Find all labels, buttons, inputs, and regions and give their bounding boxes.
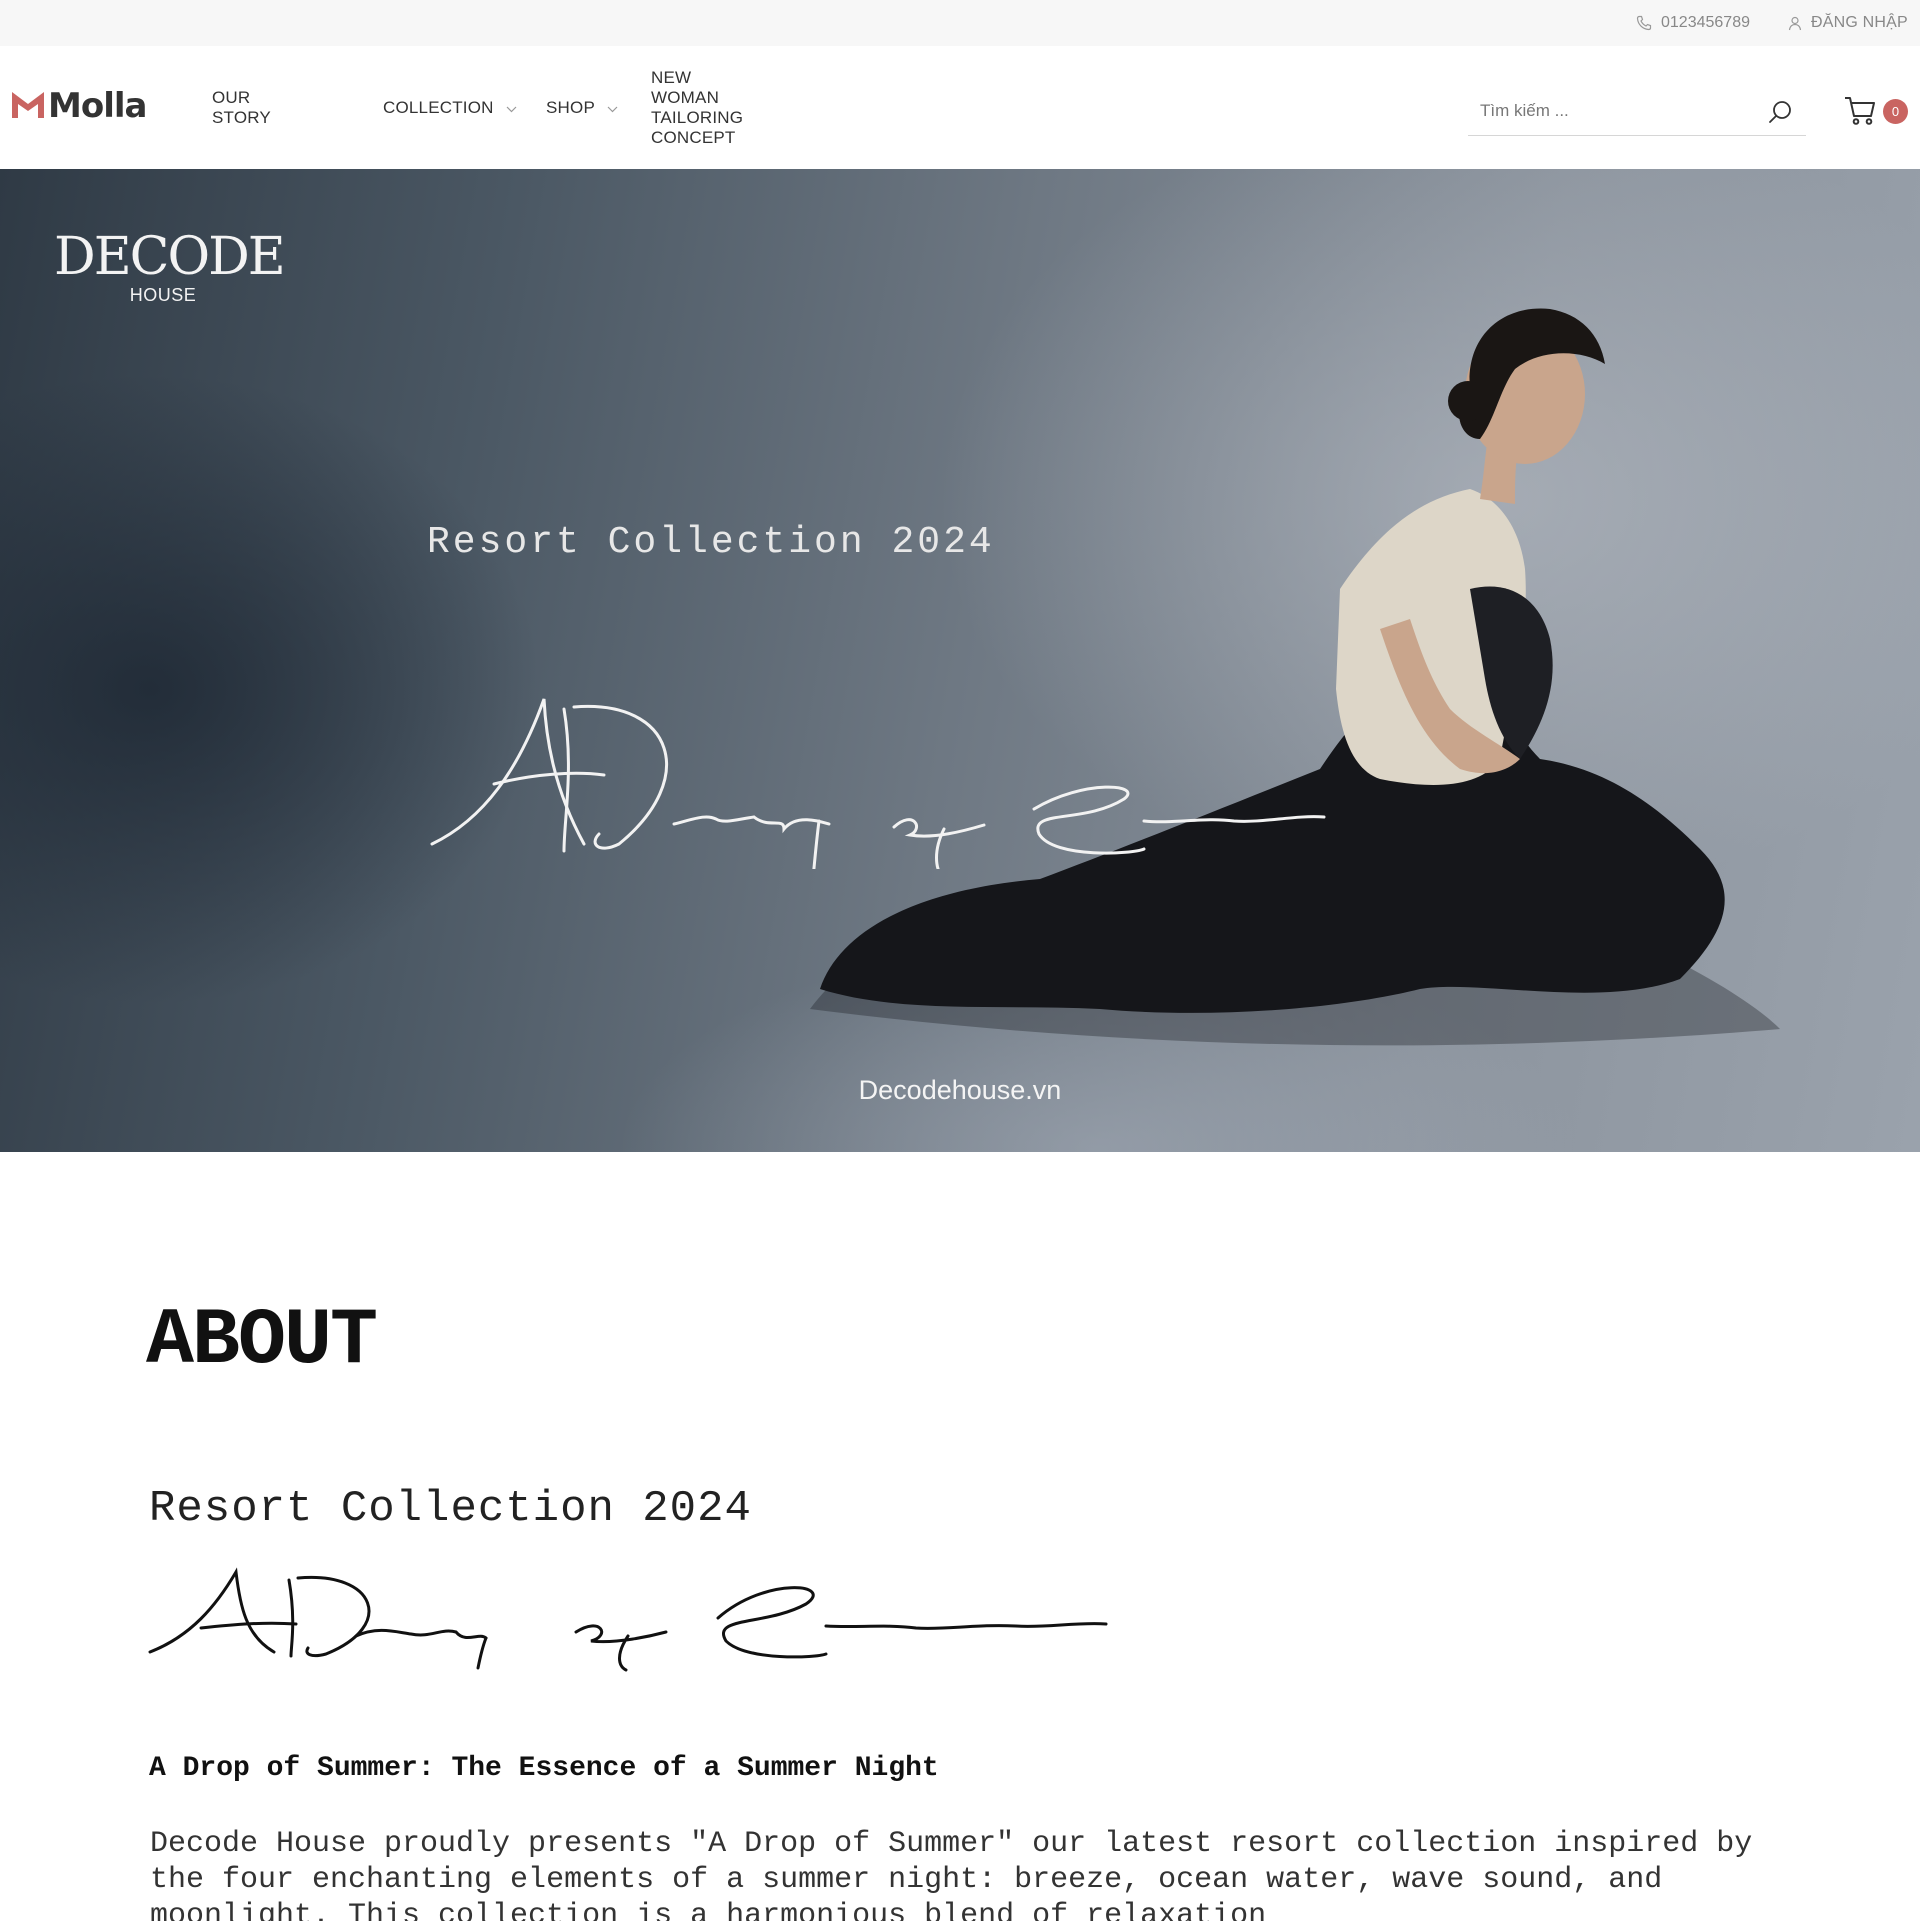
user-icon: [1788, 16, 1802, 31]
login-link[interactable]: ĐĂNG NHẬP: [1788, 0, 1908, 46]
brand-line-2: HOUSE: [129, 285, 197, 305]
phone-icon: [1636, 15, 1652, 31]
site-logo[interactable]: Molla: [12, 86, 147, 126]
top-bar: 0123456789 ĐĂNG NHẬP: [0, 0, 1920, 46]
hero-banner[interactable]: DECODE HOUSE Resort Collection 2024 Deco…: [0, 169, 1920, 1152]
search-box: [1468, 88, 1806, 136]
cart-button[interactable]: 0: [1844, 92, 1910, 130]
cart-count-badge: 0: [1883, 99, 1908, 124]
about-subtitle: Resort Collection 2024: [149, 1484, 752, 1534]
chevron-down-icon: [506, 98, 517, 118]
hero-site-url: Decodehouse.vn: [858, 1075, 1062, 1105]
logo-text: Molla: [48, 86, 147, 126]
phone-link[interactable]: 0123456789: [1636, 0, 1750, 46]
nav-item-shop[interactable]: SHOP: [546, 46, 618, 169]
nav-item-our-story[interactable]: OUR STORY: [212, 46, 271, 169]
molla-logo-icon: [12, 90, 44, 123]
nav-label: OUR STORY: [212, 87, 271, 127]
login-label: ĐĂNG NHẬP: [1811, 14, 1908, 31]
decode-house-logo: DECODE HOUSE: [54, 227, 286, 306]
nav-label: NEW WOMAN TAILORING CONCEPT: [651, 67, 744, 147]
search-icon[interactable]: [1768, 99, 1794, 125]
brand-line-1: DECODE: [54, 227, 286, 287]
about-subheading: A Drop of Summer: The Essence of a Summe…: [149, 1753, 939, 1784]
phone-number: 0123456789: [1661, 14, 1750, 31]
search-input[interactable]: [1480, 88, 1750, 134]
nav-label: COLLECTION: [383, 97, 494, 117]
about-script-title: [148, 1567, 1108, 1672]
cart-icon: [1844, 96, 1876, 131]
chevron-down-icon: [607, 98, 618, 118]
about-paragraph: Decode House proudly presents "A Drop of…: [150, 1827, 1753, 1921]
nav-label: SHOP: [546, 97, 595, 117]
hero-title: Resort Collection 2024: [427, 521, 995, 564]
nav-item-new-woman-tailoring-concept[interactable]: NEW WOMAN TAILORING CONCEPT: [651, 46, 743, 169]
nav-item-collection[interactable]: COLLECTION: [383, 46, 517, 169]
hero-script-title: [430, 698, 1326, 869]
about-heading: ABOUT: [146, 1296, 378, 1387]
site-header: Molla OUR STORY COLLECTION SHOP NEW WOMA…: [0, 46, 1920, 169]
